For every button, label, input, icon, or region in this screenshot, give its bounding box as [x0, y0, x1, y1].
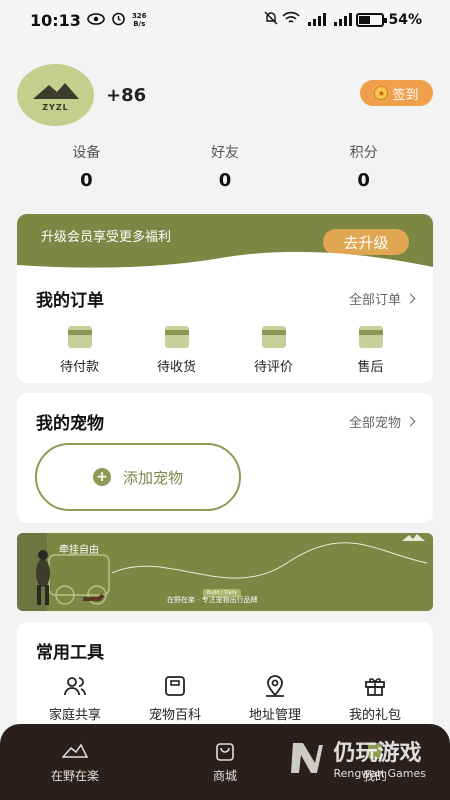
net-speed-unit: B/s	[133, 20, 146, 28]
order-status-row: 待付款 待收货 待评价 售后	[17, 326, 433, 375]
battery-icon	[356, 13, 388, 27]
add-pet-label: 添加宠物	[122, 468, 183, 487]
avatar[interactable]: ZYZL	[17, 64, 94, 126]
pets-title: 我的宠物	[36, 414, 104, 434]
banner-wave	[17, 251, 433, 272]
truck-icon	[164, 326, 189, 348]
pets-header: 我的宠物 全部宠物	[36, 409, 416, 434]
watermark-en: Rengwan Games	[333, 767, 426, 780]
wallet-icon	[67, 326, 92, 348]
home-logo-icon	[62, 743, 88, 758]
stat-label: 好友	[210, 145, 239, 161]
tool-label: 家庭共享	[48, 708, 101, 723]
status-left: 10:13 326 B/s	[30, 11, 147, 30]
tools-title: 常用工具	[36, 643, 104, 663]
clock: 10:13	[30, 10, 81, 30]
member-banner: 升级会员享受更多福利 去升级	[17, 214, 433, 272]
alarm-icon	[111, 11, 126, 30]
stat-label: 积分	[349, 145, 378, 161]
tool-pet-encyclopedia[interactable]: 宠物百科	[130, 674, 220, 723]
all-orders-link[interactable]: 全部订单	[348, 289, 416, 308]
tool-label: 地址管理	[248, 708, 301, 723]
net-speed: 326 B/s	[132, 12, 147, 28]
status-right: 54%	[264, 11, 422, 29]
tab-shop[interactable]: 商城	[175, 741, 275, 784]
profile-header: ZYZL +86 ★ 签到	[17, 62, 433, 128]
tool-address-management[interactable]: 地址管理	[230, 674, 320, 723]
wifi-icon	[282, 11, 301, 29]
stat-devices[interactable]: 设备 0	[26, 142, 146, 191]
signal-5g-icon	[304, 12, 327, 29]
order-label: 待收货	[156, 360, 196, 375]
all-orders-label: 全部订单	[348, 293, 401, 308]
order-pending-payment[interactable]: 待付款	[40, 326, 120, 375]
watermark-logo-icon	[291, 742, 324, 773]
status-bar: 10:13 326 B/s 54%	[0, 0, 450, 40]
stat-friends[interactable]: 好友 0	[165, 142, 285, 191]
order-label: 待评价	[253, 360, 293, 375]
promo-banner[interactable]: 牵挂自由 Build | Daily 在野在楽 · 专注宠物出行品牌	[17, 533, 433, 611]
phone-number: +86	[106, 84, 147, 106]
add-pet-button[interactable]: + 添加宠物	[35, 443, 241, 511]
pets-card: 我的宠物 全部宠物 + 添加宠物	[17, 393, 433, 523]
chevron-right-icon	[405, 416, 416, 427]
stat-value: 0	[357, 170, 370, 191]
order-label: 售后	[357, 360, 384, 375]
tool-family-share[interactable]: 家庭共享	[30, 674, 120, 723]
order-label: 待付款	[59, 360, 99, 375]
signin-label: 签到	[392, 87, 419, 103]
tab-label: 在野在楽	[50, 768, 99, 783]
tab-label: 商城	[212, 768, 237, 783]
location-icon	[266, 675, 284, 697]
order-after-sales[interactable]: 售后	[331, 326, 411, 375]
stat-value: 0	[80, 170, 93, 191]
avatar-logo-text: ZYZL	[42, 102, 69, 112]
watermark-cn: 仍玩游戏	[333, 741, 422, 766]
chevron-right-icon	[405, 293, 416, 304]
coin-icon: ★	[374, 86, 389, 100]
tab-home[interactable]: 在野在楽	[25, 741, 125, 784]
mute-icon	[264, 11, 278, 29]
eye-icon	[87, 11, 105, 29]
stats-row: 设备 0 好友 0 积分 0	[17, 142, 433, 191]
orders-card: 我的订单 全部订单 待付款 待收货 待评价 售后	[17, 270, 433, 383]
tool-my-gifts[interactable]: 我的礼包	[330, 674, 420, 723]
shopping-bag-icon	[216, 742, 234, 761]
review-icon	[261, 326, 286, 348]
all-pets-label: 全部宠物	[348, 416, 401, 431]
watermark: 仍玩游戏 Rengwan Games	[287, 735, 426, 780]
battery-percent: 54%	[388, 12, 422, 28]
orders-title: 我的订单	[36, 291, 104, 311]
battery-fill	[359, 16, 371, 24]
tools-header: 常用工具	[36, 638, 414, 663]
order-pending-receipt[interactable]: 待收货	[137, 326, 217, 375]
tools-row: 家庭共享 宠物百科 地址管理 我的礼包	[17, 674, 433, 723]
stat-value: 0	[218, 170, 232, 191]
signal-4g-icon	[330, 12, 353, 29]
signin-button[interactable]: ★ 签到	[360, 80, 433, 106]
tools-card: 常用工具 家庭共享 宠物百科 地址管理 我的礼包	[17, 622, 433, 732]
tool-label: 我的礼包	[348, 708, 401, 723]
net-speed-value: 326	[131, 12, 147, 20]
encyclopedia-icon	[165, 676, 185, 696]
promo-slogan: 牵挂自由	[59, 545, 99, 556]
order-pending-review[interactable]: 待评价	[234, 326, 314, 375]
plus-icon: +	[92, 468, 111, 486]
all-pets-link[interactable]: 全部宠物	[348, 412, 416, 431]
mountain-logo-icon	[32, 82, 79, 99]
promo-brand: 在野在楽 · 专注宠物出行品牌	[167, 596, 258, 604]
stat-points[interactable]: 积分 0	[304, 142, 424, 191]
after-sales-icon	[358, 326, 383, 348]
stat-label: 设备	[72, 145, 101, 161]
tool-label: 宠物百科	[148, 708, 201, 723]
orders-header: 我的订单 全部订单	[36, 286, 416, 311]
gift-icon	[365, 678, 385, 696]
family-share-icon	[64, 677, 86, 696]
